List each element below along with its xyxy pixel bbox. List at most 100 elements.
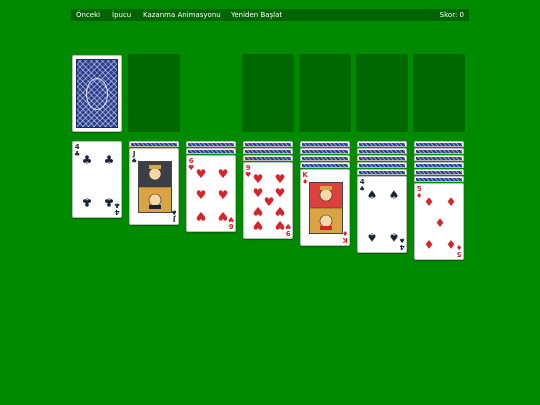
card-back-pattern	[302, 164, 348, 167]
card-pip: ♠	[366, 188, 378, 202]
card-back-pattern	[188, 150, 234, 153]
foundation-1[interactable]	[242, 54, 294, 132]
face-down-card	[129, 141, 179, 147]
court-card-art	[139, 162, 171, 212]
card-corner-index: 6 ♥	[188, 158, 194, 172]
card-suit-icon: ♥	[188, 164, 195, 172]
card-pip: ♠	[388, 230, 400, 244]
card-corner-index: J ♠	[131, 151, 137, 165]
tableau-card-1[interactable]: 4 ♣ 4 ♣ ♣ ♣ ♣ ♣	[72, 141, 122, 218]
card-back-pattern	[416, 150, 462, 153]
court-card-portrait	[138, 161, 172, 213]
foundation-4[interactable]	[413, 54, 465, 132]
card-back-pattern	[359, 143, 405, 146]
tableau-card-5[interactable]: K ♦ K ♦	[300, 169, 350, 246]
card-back-medallion	[86, 77, 108, 110]
card-suit-icon: ♣	[74, 150, 81, 158]
card-suit-icon: ♥	[245, 171, 252, 179]
card-rank: 9	[285, 229, 291, 237]
toolbar: Önceki İpucu Kazanma Animasyonu Yeniden …	[71, 9, 469, 21]
face-down-card	[357, 162, 407, 168]
score-display: Skor: 0	[439, 11, 464, 19]
card-pip: ♦	[423, 195, 435, 209]
card-back-pattern	[188, 143, 234, 146]
card-suit-icon: ♣	[113, 201, 120, 209]
tableau-card-3[interactable]: 6 ♥ 6 ♥ ♥ ♥ ♥ ♥ ♥ ♥	[186, 155, 236, 232]
hint-button[interactable]: İpucu	[112, 9, 131, 21]
card-pip: ♥	[217, 209, 229, 223]
card-back-pattern	[359, 171, 405, 174]
face-down-card	[243, 155, 293, 161]
card-pip: ♦	[434, 216, 446, 230]
card-suit-icon: ♠	[131, 157, 138, 165]
tableau-card-2[interactable]: J ♠ J ♠	[129, 148, 179, 225]
undo-button[interactable]: Önceki	[76, 9, 100, 21]
court-card-art	[310, 183, 342, 233]
card-pip: ♥	[274, 218, 286, 232]
card-back-pattern	[76, 59, 118, 128]
face-down-card	[414, 155, 464, 161]
card-pip: ♥	[274, 204, 286, 218]
face-down-card	[300, 141, 350, 147]
card-pip: ♦	[423, 237, 435, 251]
face-down-card	[357, 148, 407, 154]
card-back-pattern	[131, 143, 177, 146]
restart-button[interactable]: Yeniden Başlat	[231, 9, 282, 21]
card-suit-icon: ♠	[359, 185, 366, 193]
tableau-card-4[interactable]: 9 ♥ 9 ♥ ♥ ♥ ♥ ♥ ♥ ♥ ♥ ♥ ♥	[243, 162, 293, 239]
card-back-pattern	[245, 143, 291, 146]
stock-pile[interactable]	[72, 55, 122, 132]
card-corner-index: 9 ♥	[245, 165, 251, 179]
card-pip: ♣	[103, 195, 115, 209]
card-back-pattern	[416, 157, 462, 160]
card-pip: ♠	[366, 230, 378, 244]
card-pip: ♥	[263, 195, 275, 209]
face-down-card	[414, 169, 464, 175]
card-corner-index: 5 ♦	[416, 186, 422, 200]
card-pip: ♦	[445, 237, 457, 251]
card-corner-index: 4 ♠	[398, 236, 405, 251]
card-suit-icon: ♥	[284, 222, 291, 230]
card-pip: ♥	[252, 204, 264, 218]
card-back-pattern	[416, 164, 462, 167]
face-down-card	[414, 141, 464, 147]
tableau-card-7[interactable]: 5 ♦ 5 ♦ ♦ ♦ ♦ ♦ ♦	[414, 183, 464, 260]
win-animation-button[interactable]: Kazanma Animasyonu	[143, 9, 221, 21]
face-down-card	[357, 141, 407, 147]
card-pip: ♠	[388, 188, 400, 202]
face-down-card	[243, 141, 293, 147]
card-corner-index: 4 ♠	[359, 179, 365, 193]
card-back-pattern	[245, 157, 291, 160]
card-pip: ♥	[252, 172, 264, 186]
face-down-card	[300, 148, 350, 154]
face-down-card	[357, 169, 407, 175]
card-back-pattern	[416, 178, 462, 181]
face-down-card	[357, 155, 407, 161]
foundation-2[interactable]	[299, 54, 351, 132]
waste-pile[interactable]	[128, 54, 180, 132]
card-pip: ♥	[195, 167, 207, 181]
face-down-card	[186, 141, 236, 147]
card-pip: ♥	[217, 188, 229, 202]
card-suit-icon: ♥	[227, 215, 234, 223]
foundation-3[interactable]	[356, 54, 408, 132]
card-back-pattern	[416, 143, 462, 146]
card-corner-index: 4 ♣	[113, 201, 120, 216]
card-corner-index: 9 ♥	[284, 222, 291, 237]
tableau-card-6[interactable]: 4 ♠ 4 ♠ ♠ ♠ ♠ ♠	[357, 176, 407, 253]
face-down-card	[186, 148, 236, 154]
card-pip: ♥	[217, 167, 229, 181]
card-back-pattern	[359, 150, 405, 153]
card-back-pattern	[302, 150, 348, 153]
card-suit-icon: ♦	[455, 243, 462, 251]
card-rank: 4	[114, 208, 120, 216]
face-down-card	[414, 162, 464, 168]
card-pip: ♥	[274, 172, 286, 186]
card-suit-icon: ♠	[398, 236, 405, 244]
face-down-card	[300, 155, 350, 161]
card-back-pattern	[302, 143, 348, 146]
card-back-pattern	[416, 171, 462, 174]
card-back-pattern	[359, 157, 405, 160]
card-suit-icon: ♦	[302, 178, 309, 186]
card-pip: ♥	[252, 218, 264, 232]
